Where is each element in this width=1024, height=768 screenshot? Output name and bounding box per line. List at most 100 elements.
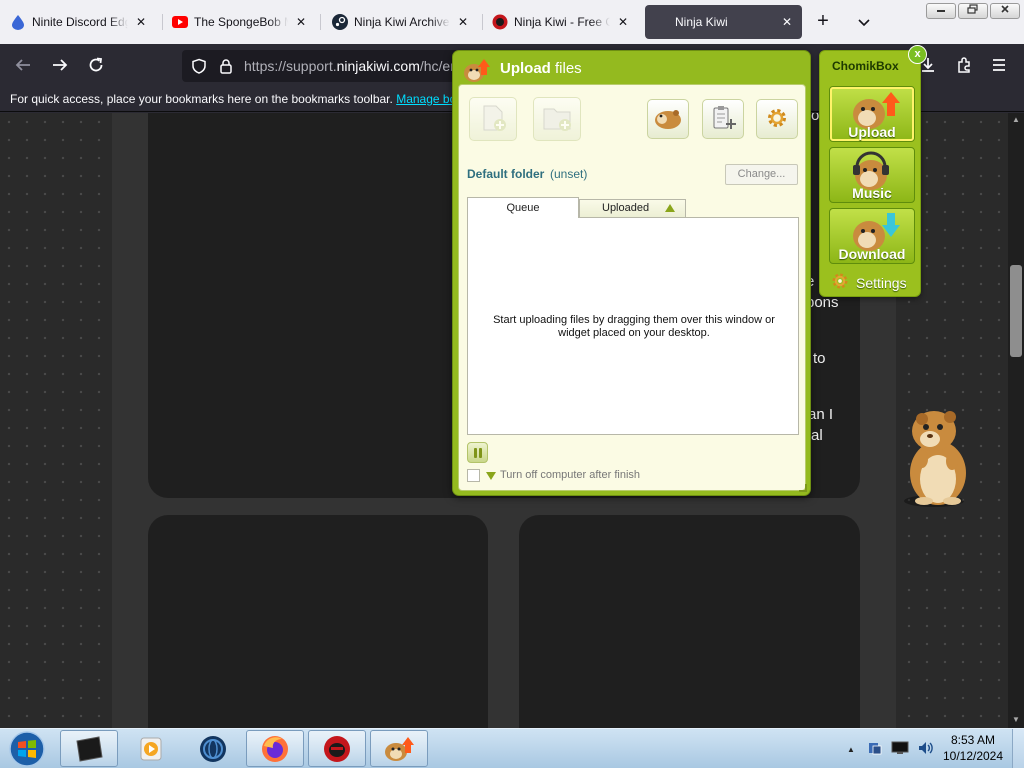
ninite-icon bbox=[10, 14, 26, 30]
globe-icon bbox=[200, 735, 226, 762]
tab-close-icon[interactable]: ✕ bbox=[456, 15, 470, 29]
youtube-icon bbox=[172, 14, 188, 30]
url-bar[interactable]: https://support.ninjakiwi.com/hc/en bbox=[182, 50, 462, 82]
back-button[interactable] bbox=[11, 53, 35, 77]
taskbar-chomikbox[interactable] bbox=[370, 730, 428, 767]
hamster-icon bbox=[652, 105, 684, 134]
tab-close-icon[interactable]: ✕ bbox=[616, 15, 630, 29]
add-folder-icon bbox=[541, 103, 573, 136]
url-text[interactable]: https://support.ninjakiwi.com/hc/en bbox=[244, 58, 460, 74]
chomikbox-logo-icon bbox=[462, 57, 492, 83]
add-files-button[interactable] bbox=[469, 97, 517, 141]
monitor-icon[interactable] bbox=[891, 740, 909, 759]
start-button[interactable] bbox=[5, 729, 49, 768]
windows-start-icon bbox=[9, 731, 45, 767]
tab-ninjakiwi-active[interactable]: Ninja Kiwi ✕ bbox=[645, 5, 802, 39]
chomikbox-settings-button[interactable]: Settings bbox=[830, 271, 907, 294]
tab-separator bbox=[482, 14, 483, 30]
page-text-fragment: an I bbox=[808, 406, 834, 423]
hamster-mascot-icon[interactable] bbox=[900, 405, 974, 509]
tab-separator bbox=[320, 14, 321, 30]
tab-spongebob[interactable]: The SpongeBob Mo ✕ bbox=[164, 5, 316, 39]
chomik-account-button[interactable] bbox=[647, 99, 689, 139]
volume-icon[interactable] bbox=[917, 740, 935, 759]
page-scrollbar[interactable]: ▲ ▼ bbox=[1008, 113, 1024, 728]
download-button-label: Download bbox=[838, 246, 906, 262]
add-folder-button[interactable] bbox=[533, 97, 581, 141]
reload-button[interactable] bbox=[84, 53, 108, 77]
music-button[interactable]: Music bbox=[829, 147, 915, 203]
firefox-icon bbox=[262, 735, 288, 762]
upload-files-window[interactable]: Upload files Default folder (unset) Chan… bbox=[452, 50, 811, 496]
shield-icon[interactable] bbox=[191, 58, 207, 74]
close-window-button[interactable] bbox=[990, 3, 1020, 19]
tab-close-icon[interactable]: ✕ bbox=[294, 15, 308, 29]
tab-ninjakiwi-free[interactable]: Ninja Kiwi - Free Or ✕ bbox=[484, 5, 638, 39]
tab-uploaded[interactable]: Uploaded bbox=[579, 199, 686, 218]
clipboard-add-icon bbox=[709, 104, 737, 135]
queue-empty-message: Start uploading files by dragging them o… bbox=[493, 314, 775, 339]
upload-button[interactable]: Upload bbox=[829, 86, 915, 142]
settings-label: Settings bbox=[856, 274, 907, 291]
settings-button[interactable] bbox=[756, 99, 798, 139]
lock-icon[interactable] bbox=[218, 58, 234, 74]
taskbar-black-app[interactable] bbox=[60, 730, 118, 767]
close-widget-icon[interactable]: x bbox=[908, 45, 927, 64]
show-hidden-icons-button[interactable]: ▲ bbox=[845, 745, 857, 754]
black-app-icon bbox=[76, 735, 103, 762]
forward-button[interactable] bbox=[48, 53, 72, 77]
tab-ninjakiwi-archive[interactable]: Ninja Kiwi Archive ✕ bbox=[324, 5, 478, 39]
extensions-icon[interactable] bbox=[952, 53, 976, 77]
tab-queue[interactable]: Queue bbox=[467, 197, 579, 218]
default-folder-value: (unset) bbox=[550, 167, 588, 181]
content-card[interactable] bbox=[148, 515, 488, 728]
taskbar-globe-app[interactable] bbox=[184, 730, 242, 767]
tab-title: Ninja Kiwi bbox=[675, 15, 728, 29]
network-icon[interactable] bbox=[867, 740, 883, 759]
scrollbar-thumb[interactable] bbox=[1010, 265, 1022, 357]
page-text-fragment: al bbox=[811, 427, 823, 444]
download-button[interactable]: Download bbox=[829, 208, 915, 264]
upload-queue-list[interactable]: Start uploading files by dragging them o… bbox=[467, 217, 799, 435]
chomikbox-title: ChomikBox bbox=[832, 59, 899, 73]
tab-close-icon[interactable]: ✕ bbox=[780, 15, 794, 29]
gear-icon bbox=[765, 106, 789, 133]
ninjakiwi-icon bbox=[492, 14, 508, 30]
tab-title: The SpongeBob Mo bbox=[194, 15, 288, 29]
system-tray: ▲ bbox=[845, 729, 935, 768]
list-all-tabs-button[interactable] bbox=[853, 11, 875, 33]
taskbar-media-player[interactable] bbox=[122, 730, 180, 767]
bookmarks-message: For quick access, place your bookmarks h… bbox=[10, 92, 393, 106]
taskbar-clock[interactable]: 8:53 AM 10/12/2024 bbox=[940, 732, 1006, 764]
tab-uploaded-label: Uploaded bbox=[602, 202, 650, 214]
ninjakiwi-icon bbox=[324, 735, 350, 762]
resize-grip-icon[interactable] bbox=[799, 484, 807, 492]
taskbar-ninjakiwi[interactable] bbox=[308, 730, 366, 767]
triangle-up-icon bbox=[665, 204, 675, 212]
content-card[interactable] bbox=[519, 515, 860, 728]
menu-icon[interactable] bbox=[987, 53, 1011, 77]
chomikbox-widget[interactable]: ChomikBox x Upload Music Download Settin… bbox=[819, 45, 927, 297]
page-text-fragment: to bbox=[813, 350, 826, 367]
taskbar-firefox[interactable] bbox=[246, 730, 304, 767]
restore-button[interactable] bbox=[958, 3, 988, 19]
show-desktop-button[interactable] bbox=[1012, 729, 1024, 768]
tab-ninite[interactable]: Ninite Discord Edge ✕ bbox=[2, 5, 156, 39]
media-player-icon bbox=[140, 737, 162, 760]
tab-close-icon[interactable]: ✕ bbox=[134, 15, 148, 29]
paste-button[interactable] bbox=[702, 99, 744, 139]
scroll-down-icon[interactable]: ▼ bbox=[1008, 713, 1024, 727]
turn-off-label: Turn off computer after finish bbox=[500, 469, 641, 481]
tab-title: Ninja Kiwi Archive bbox=[354, 15, 450, 29]
minimize-button[interactable] bbox=[926, 3, 956, 19]
clock-date: 10/12/2024 bbox=[942, 749, 1004, 763]
tab-strip: Ninite Discord Edge ✕ The SpongeBob Mo ✕… bbox=[0, 0, 1024, 44]
music-button-label: Music bbox=[852, 185, 892, 201]
new-tab-button[interactable]: + bbox=[812, 11, 834, 33]
turn-off-checkbox[interactable] bbox=[467, 469, 480, 482]
pause-button[interactable] bbox=[467, 442, 488, 463]
change-folder-button[interactable]: Change... bbox=[725, 164, 798, 185]
add-file-icon bbox=[478, 103, 508, 136]
tab-title: Ninja Kiwi - Free Or bbox=[514, 15, 610, 29]
scroll-up-icon[interactable]: ▲ bbox=[1008, 113, 1024, 127]
